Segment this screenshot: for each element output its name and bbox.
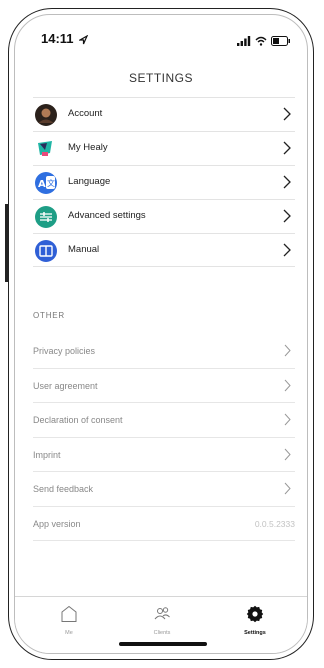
svg-text:A: A [38,179,46,190]
settings-item-account[interactable]: Account [33,97,295,131]
other-list: Privacy policies User agreement Declarat… [33,334,295,541]
translate-icon: A文 [35,172,57,194]
users-icon [153,607,171,627]
app-version-label: App version [33,518,81,529]
chevron-right-icon [284,448,291,461]
tab-settings[interactable]: Settings [215,605,295,636]
app-version-row: App version 0.0.5.2333 [33,507,295,541]
page-title: SETTINGS [128,71,193,85]
gear-icon [246,605,264,627]
chevron-right-icon [283,243,291,257]
settings-item-label: My Healy [68,142,108,153]
other-item-imprint[interactable]: Imprint [33,438,295,472]
tab-me[interactable]: Me [29,605,109,636]
settings-item-manual[interactable]: Manual [33,233,295,267]
wifi-icon [255,33,267,51]
screen: 14:11 SETTINGS Account My Healy A 文 Lang… [14,14,308,654]
book-icon [35,240,57,262]
signal-icon [237,33,251,51]
other-item-label: Imprint [33,449,61,460]
tab-bar: Me Clients Settings [15,596,307,653]
chevron-right-icon [284,413,291,426]
settings-list: Account My Healy A文 Language Advanced se… [33,97,295,267]
settings-item-my-healy[interactable]: My Healy [33,131,295,165]
other-item-label: Send feedback [33,484,94,494]
location-arrow-icon [77,32,89,50]
other-item-privacy-policies[interactable]: Privacy policies [33,334,295,369]
status-time: 14:11 [41,31,74,46]
home-indicator[interactable] [119,642,207,646]
tab-label: Clients [153,630,171,636]
chevron-right-icon [284,482,291,495]
other-item-send-feedback[interactable]: Send feedback [33,472,295,507]
home-icon [60,605,78,627]
settings-item-label: Manual [68,244,100,255]
chevron-right-icon [283,175,291,189]
other-item-label: Privacy policies [33,346,96,356]
settings-item-language[interactable]: A文 Language [33,165,295,199]
chevron-right-icon [283,209,291,223]
settings-item-label: Advanced settings [68,210,146,221]
svg-text:文: 文 [47,178,55,188]
chevron-right-icon [284,344,291,357]
other-item-user-agreement[interactable]: User agreement [33,369,295,403]
device-icon [35,138,57,160]
settings-item-advanced-settings[interactable]: Advanced settings [33,199,295,233]
sliders-icon [35,206,57,228]
chevron-right-icon [284,379,291,392]
avatar-icon [35,104,57,126]
tab-label: Me [65,630,73,636]
settings-item-label: Account [68,108,103,119]
other-section-heading: OTHER [33,311,65,320]
chevron-right-icon [283,107,291,121]
settings-item-label: Language [68,176,111,187]
app-version-value: 0.0.5.2333 [254,518,295,529]
side-button [5,204,8,282]
chevron-right-icon [283,141,291,155]
status-bar: 14:11 [15,31,307,51]
other-item-label: User agreement [33,380,98,391]
other-item-label: Declaration of consent [33,415,123,425]
tab-clients[interactable]: Clients [122,605,202,636]
tab-label: Settings [244,630,266,636]
battery-icon [271,33,291,51]
other-item-declaration-of-consent[interactable]: Declaration of consent [33,403,295,438]
